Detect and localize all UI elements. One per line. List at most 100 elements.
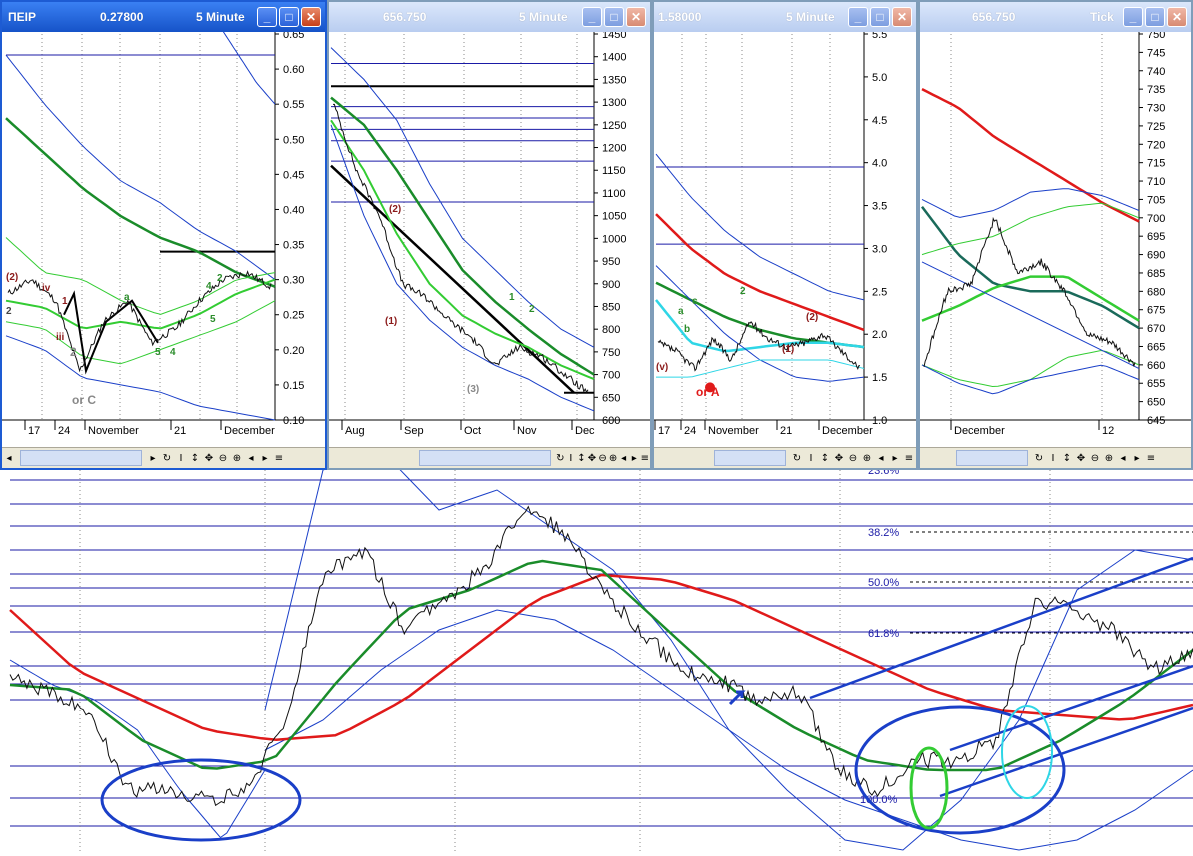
menu-icon[interactable]: ≡: [902, 453, 916, 464]
window-price: 0.27800: [100, 10, 144, 24]
close-button[interactable]: ✕: [301, 7, 321, 27]
horizontal-scrollbar[interactable]: [20, 450, 142, 466]
window-titlebar[interactable]: 656.750 5 Minute _ □ ✕: [329, 2, 650, 32]
next-icon[interactable]: ▸: [1130, 453, 1144, 464]
chart-toolbar: ↻ I ↕ ✥ ⊖ ⊕ ◂ ▸ ≡: [654, 447, 916, 468]
zoom-in-icon[interactable]: ⊕: [608, 453, 619, 464]
fib-label: 23.6%: [868, 470, 899, 477]
y-tick-label: 750: [1147, 32, 1165, 41]
zoom-out-icon[interactable]: ⊖: [1088, 453, 1102, 464]
moving-average-short: [330, 119, 595, 381]
prev-icon[interactable]: ◂: [874, 453, 888, 464]
window-interval: 5 Minute: [786, 10, 835, 24]
prev-icon[interactable]: ◂: [618, 453, 629, 464]
window-interval: Tick: [1090, 10, 1114, 24]
y-tick-label: 0.60: [283, 64, 304, 76]
window-titlebar[interactable]: ΠΕΙΡ 0.27800 5 Minute _ □ ✕: [2, 2, 325, 32]
prev-icon[interactable]: ◂: [244, 453, 258, 464]
window-titlebar[interactable]: 1.58000 5 Minute _ □ ✕: [654, 2, 916, 32]
menu-icon[interactable]: ≡: [640, 453, 651, 464]
wave-label: 2: [217, 273, 223, 284]
y-tick-label: 1300: [602, 97, 626, 109]
zoom-out-icon[interactable]: ⊖: [597, 453, 608, 464]
window-titlebar[interactable]: 656.750 Tick _ □ ✕: [920, 2, 1191, 32]
cursor-icon[interactable]: I: [174, 453, 188, 464]
window-price: 656.750: [383, 10, 427, 24]
minimize-button[interactable]: _: [582, 7, 602, 27]
zoom-in-icon[interactable]: ⊕: [1102, 453, 1116, 464]
y-tick-label: 735: [1147, 84, 1165, 96]
x-tick-label: Dec: [575, 425, 595, 437]
refresh-icon[interactable]: ↻: [555, 453, 566, 464]
trend-line: [330, 164, 575, 394]
zoom-in-icon[interactable]: ⊕: [230, 453, 244, 464]
next-icon[interactable]: ▸: [888, 453, 902, 464]
chart-window-3[interactable]: 1.58000 5 Minute _ □ ✕ 5.5 5.0 4.5 4.0 3.5 3.…: [652, 0, 918, 470]
chart-window-4[interactable]: 656.750 Tick _ □ ✕ 750 745 740 735 730 725 720…: [918, 0, 1193, 470]
main-chart-plot[interactable]: 23.6%38.2%50.0%61.8%100.0%: [0, 449, 1193, 851]
band-lower-inner: [656, 359, 865, 378]
menu-icon[interactable]: ≡: [272, 453, 286, 464]
x-tick-label: 21: [780, 425, 792, 437]
chart-plot-3[interactable]: 5.5 5.0 4.5 4.0 3.5 3.0 2.5 2.0 1.5 1.0 17 24 Novemb…: [654, 32, 916, 450]
horizontal-scrollbar[interactable]: [419, 450, 551, 466]
y-tick-label: 0.30: [283, 275, 304, 287]
minimize-button[interactable]: _: [1123, 7, 1143, 27]
refresh-icon[interactable]: ↻: [160, 453, 174, 464]
highlight-ellipse: [100, 758, 302, 842]
maximize-button[interactable]: □: [604, 7, 624, 27]
close-button[interactable]: ✕: [626, 7, 646, 27]
y-tick-label: 725: [1147, 121, 1165, 133]
zoom-in-icon[interactable]: ⊕: [860, 453, 874, 464]
wave-label: 2: [70, 345, 77, 359]
maximize-button[interactable]: □: [279, 7, 299, 27]
cursor-icon[interactable]: I: [804, 453, 818, 464]
chart-plot-2[interactable]: 1450 1400 1350 1300 1250 1200 1150 1100 1050 1000…: [329, 32, 650, 450]
vertical-arrows-icon[interactable]: ↕: [576, 453, 587, 464]
menu-icon[interactable]: ≡: [1144, 453, 1158, 464]
move-icon[interactable]: ✥: [202, 453, 216, 464]
zoom-out-icon[interactable]: ⊖: [216, 453, 230, 464]
minimize-button[interactable]: _: [848, 7, 868, 27]
close-button[interactable]: ✕: [892, 7, 912, 27]
cursor-icon[interactable]: I: [566, 453, 577, 464]
scroll-right-icon[interactable]: ▸: [146, 453, 160, 464]
vertical-arrows-icon[interactable]: ↕: [188, 453, 202, 464]
fib-label: 61.8%: [868, 628, 899, 640]
horizontal-scrollbar[interactable]: [714, 450, 786, 466]
prev-icon[interactable]: ◂: [1116, 453, 1130, 464]
move-icon[interactable]: ✥: [832, 453, 846, 464]
chart-plot-1[interactable]: 0.65 0.60 0.55 0.50 0.45 0.40 0.35 0.30 0.25 0.20…: [2, 32, 325, 450]
vertical-arrows-icon[interactable]: ↕: [818, 453, 832, 464]
horizontal-scrollbar[interactable]: [956, 450, 1028, 466]
y-tick-label: 0.40: [283, 204, 304, 216]
maximize-button[interactable]: □: [870, 7, 890, 27]
y-tick-label: 660: [1147, 360, 1165, 372]
move-icon[interactable]: ✥: [587, 453, 598, 464]
refresh-icon[interactable]: ↻: [1032, 453, 1046, 464]
move-icon[interactable]: ✥: [1074, 453, 1088, 464]
band-upper: [264, 449, 1193, 851]
vertical-arrows-icon[interactable]: ↕: [1060, 453, 1074, 464]
wave-label: 2: [740, 286, 746, 297]
y-tick-label: 745: [1147, 47, 1165, 59]
chart-window-1[interactable]: ΠΕΙΡ 0.27800 5 Minute _ □ ✕ 0.65 0.60 0.55…: [0, 0, 327, 470]
y-tick-label: 645: [1147, 415, 1165, 427]
next-icon[interactable]: ▸: [629, 453, 640, 464]
y-axis-area: [864, 32, 916, 450]
next-icon[interactable]: ▸: [258, 453, 272, 464]
main-chart[interactable]: 23.6% 38.2% 50.0% 61.8% 100.0%: [0, 449, 1193, 851]
cursor-icon[interactable]: I: [1046, 453, 1060, 464]
chart-window-2[interactable]: 656.750 5 Minute _ □ ✕ 1450 1400 1350 1300 1…: [327, 0, 652, 470]
close-button[interactable]: ✕: [1167, 7, 1187, 27]
wave-label: or A: [696, 385, 720, 399]
minimize-button[interactable]: _: [257, 7, 277, 27]
y-tick-label: 950: [602, 256, 620, 268]
chart-plot-4[interactable]: 750 745 740 735 730 725 720 715 710 705 700 695 690 6…: [920, 32, 1191, 450]
zoom-out-icon[interactable]: ⊖: [846, 453, 860, 464]
x-tick-label: Nov: [517, 425, 537, 437]
refresh-icon[interactable]: ↻: [790, 453, 804, 464]
x-tick-label: November: [88, 425, 139, 437]
scroll-left-icon[interactable]: ◂: [2, 453, 16, 464]
maximize-button[interactable]: □: [1145, 7, 1165, 27]
